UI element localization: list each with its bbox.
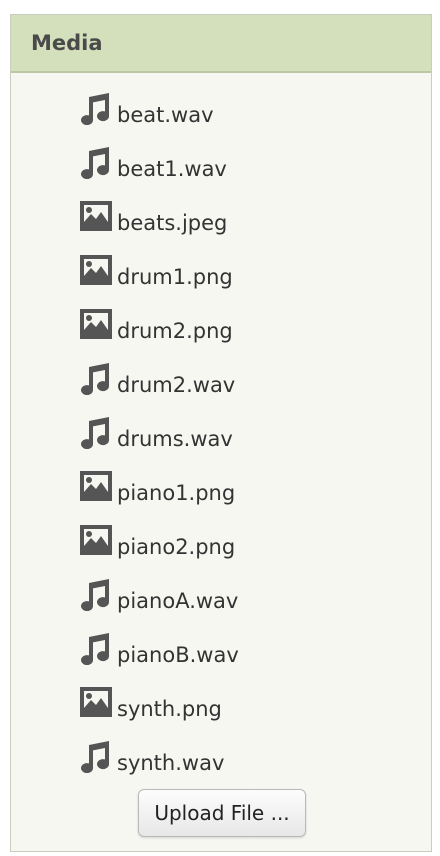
- media-panel-header: Media: [11, 15, 431, 73]
- media-item[interactable]: pianoA.wav: [79, 577, 239, 631]
- music-note-icon: [79, 631, 113, 665]
- media-file-name: drum2.png: [117, 319, 233, 343]
- media-file-name: pianoA.wav: [117, 589, 239, 613]
- media-file-name: beat1.wav: [117, 157, 227, 181]
- media-file-name: synth.wav: [117, 751, 225, 775]
- media-file-name: synth.png: [117, 697, 222, 721]
- media-panel: Media beat.wav beat1.wav beats.jpeg drum…: [10, 14, 432, 852]
- image-icon: [79, 307, 113, 341]
- music-note-icon: [79, 577, 113, 611]
- media-file-name: beats.jpeg: [117, 211, 228, 235]
- music-note-icon: [79, 145, 113, 179]
- media-item[interactable]: piano2.png: [79, 523, 239, 577]
- media-file-name: drums.wav: [117, 427, 233, 451]
- upload-file-button[interactable]: Upload File ...: [138, 789, 306, 837]
- media-file-name: drum2.wav: [117, 373, 236, 397]
- media-item[interactable]: beat1.wav: [79, 145, 239, 199]
- media-list: beat.wav beat1.wav beats.jpeg drum1.png …: [79, 91, 239, 793]
- music-note-icon: [79, 91, 113, 125]
- image-icon: [79, 253, 113, 287]
- media-item[interactable]: drum2.png: [79, 307, 239, 361]
- media-file-name: piano1.png: [117, 481, 236, 505]
- image-icon: [79, 523, 113, 557]
- image-icon: [79, 469, 113, 503]
- media-file-name: pianoB.wav: [117, 643, 239, 667]
- music-note-icon: [79, 739, 113, 773]
- panel-title: Media: [31, 31, 103, 55]
- media-item[interactable]: beats.jpeg: [79, 199, 239, 253]
- media-item[interactable]: drum2.wav: [79, 361, 239, 415]
- media-item[interactable]: synth.wav: [79, 739, 239, 793]
- image-icon: [79, 685, 113, 719]
- media-item[interactable]: drum1.png: [79, 253, 239, 307]
- media-item[interactable]: beat.wav: [79, 91, 239, 145]
- media-item[interactable]: synth.png: [79, 685, 239, 739]
- media-file-name: drum1.png: [117, 265, 233, 289]
- media-item[interactable]: piano1.png: [79, 469, 239, 523]
- media-item[interactable]: pianoB.wav: [79, 631, 239, 685]
- music-note-icon: [79, 415, 113, 449]
- media-file-name: beat.wav: [117, 103, 214, 127]
- music-note-icon: [79, 361, 113, 395]
- media-item[interactable]: drums.wav: [79, 415, 239, 469]
- image-icon: [79, 199, 113, 233]
- media-file-name: piano2.png: [117, 535, 236, 559]
